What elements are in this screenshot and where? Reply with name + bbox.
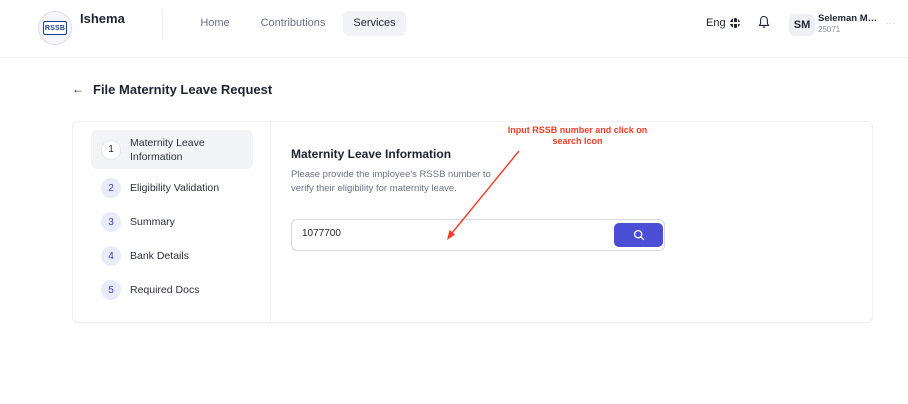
nav-home[interactable]: Home bbox=[191, 11, 239, 36]
arrow-left-icon[interactable]: ← bbox=[72, 82, 84, 96]
top-bar bbox=[0, 0, 908, 58]
step-maternity-leave-information[interactable]: 1 Maternity Leave Information bbox=[91, 130, 253, 169]
nav-contributions[interactable]: Contributions bbox=[256, 11, 330, 36]
rssb-logo[interactable]: RSSB bbox=[38, 11, 72, 45]
section-title: Maternity Leave Information bbox=[291, 147, 452, 161]
step-number: 4 bbox=[101, 246, 121, 266]
section-description: Please provide the imployee's RSSB numbe… bbox=[291, 169, 491, 194]
bell-icon[interactable] bbox=[758, 15, 770, 29]
annotation-text: Input RSSB number and click on search Ic… bbox=[507, 125, 648, 146]
logo-text: RSSB bbox=[43, 21, 67, 35]
more-icon[interactable]: ... bbox=[886, 16, 897, 26]
nav-services[interactable]: Services bbox=[343, 11, 406, 36]
step-number: 1 bbox=[101, 139, 121, 160]
step-required-docs[interactable]: 5 Required Docs bbox=[91, 279, 253, 301]
step-label: Eligibility Validation bbox=[130, 182, 220, 194]
step-number: 2 bbox=[101, 178, 121, 198]
search-icon bbox=[633, 229, 644, 241]
user-id: 25071 bbox=[818, 25, 841, 34]
brand-name: Ishema bbox=[80, 11, 125, 26]
step-number: 3 bbox=[101, 212, 121, 232]
card-divider bbox=[270, 121, 271, 323]
step-bank-details[interactable]: 4 Bank Details bbox=[91, 245, 253, 267]
rssb-search-field bbox=[291, 219, 665, 251]
step-label: Summary bbox=[130, 216, 175, 228]
step-summary[interactable]: 3 Summary bbox=[91, 211, 253, 233]
search-button[interactable] bbox=[614, 223, 663, 247]
language-label: Eng bbox=[706, 17, 726, 29]
language-selector[interactable]: Eng bbox=[706, 17, 740, 29]
step-number: 5 bbox=[101, 280, 121, 300]
rssb-number-input[interactable] bbox=[302, 228, 602, 239]
globe-icon bbox=[729, 18, 740, 28]
step-label: Required Docs bbox=[130, 284, 200, 296]
header-divider bbox=[162, 10, 163, 40]
step-label: Bank Details bbox=[130, 250, 189, 262]
step-eligibility-validation[interactable]: 2 Eligibility Validation bbox=[91, 177, 253, 199]
avatar[interactable]: SM bbox=[789, 14, 815, 36]
user-name: Seleman Majyambere bbox=[818, 13, 880, 24]
page-title: File Maternity Leave Request bbox=[93, 82, 273, 97]
step-label: Maternity Leave Information bbox=[130, 136, 205, 163]
